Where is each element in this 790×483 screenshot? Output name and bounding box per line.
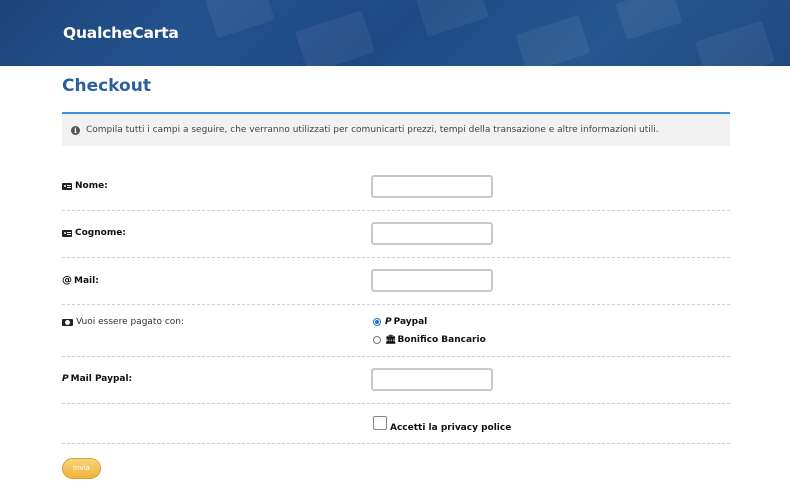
money-icon (62, 318, 73, 326)
form-row-nome: Nome: (62, 163, 730, 211)
mail-input[interactable] (371, 269, 493, 292)
privacy-checkbox[interactable] (373, 416, 387, 430)
mail-label: @ Mail: (62, 275, 99, 286)
bonifico-radio[interactable] (373, 336, 381, 344)
site-logo[interactable]: QualcheCarta (63, 24, 179, 42)
cognome-input[interactable] (371, 222, 493, 245)
payment-option-bonifico[interactable]: 🏛 Bonifico Bancario (373, 335, 486, 345)
submit-button[interactable]: Invia (62, 458, 101, 479)
nome-label-text: Nome: (75, 181, 108, 191)
bank-icon: 🏛 (385, 335, 397, 345)
info-text: Compila tutti i campi a seguire, che ver… (86, 125, 659, 135)
bonifico-option-label: Bonifico Bancario (397, 335, 486, 345)
paypal-mail-input[interactable] (371, 368, 493, 391)
paypal-icon: P (62, 374, 69, 384)
id-card-icon (62, 229, 72, 237)
mail-label-text: Mail: (74, 275, 99, 286)
form-row-privacy: Accetti la privacy police (62, 404, 730, 444)
page-title: Checkout (62, 76, 151, 96)
cognome-label-text: Cognome: (75, 228, 126, 238)
at-icon: @ (62, 275, 72, 286)
id-card-icon (62, 182, 72, 190)
paypal-mail-label-text: Mail Paypal: (70, 374, 133, 384)
site-header: QualcheCarta (0, 0, 790, 66)
info-icon: i (71, 125, 80, 135)
payment-label-text: Vuoi essere pagato con: (76, 317, 185, 327)
form-row-cognome: Cognome: (62, 211, 730, 258)
form-row-paypal-mail: P Mail Paypal: (62, 357, 730, 404)
paypal-mail-label: P Mail Paypal: (62, 374, 132, 384)
nome-input[interactable] (371, 175, 493, 198)
form-row-payment: Vuoi essere pagato con: P Paypal 🏛 Bonif… (62, 305, 730, 357)
paypal-icon: P (385, 317, 392, 327)
payment-option-paypal[interactable]: P Paypal (373, 317, 427, 327)
privacy-label[interactable]: Accetti la privacy police (390, 423, 511, 433)
form-row-mail: @ Mail: (62, 258, 730, 305)
cognome-label: Cognome: (62, 228, 126, 238)
paypal-option-label: Paypal (393, 317, 428, 327)
payment-label: Vuoi essere pagato con: (62, 317, 184, 327)
nome-label: Nome: (62, 181, 108, 191)
info-notice: i Compila tutti i campi a seguire, che v… (62, 114, 730, 146)
paypal-radio[interactable] (373, 318, 381, 326)
